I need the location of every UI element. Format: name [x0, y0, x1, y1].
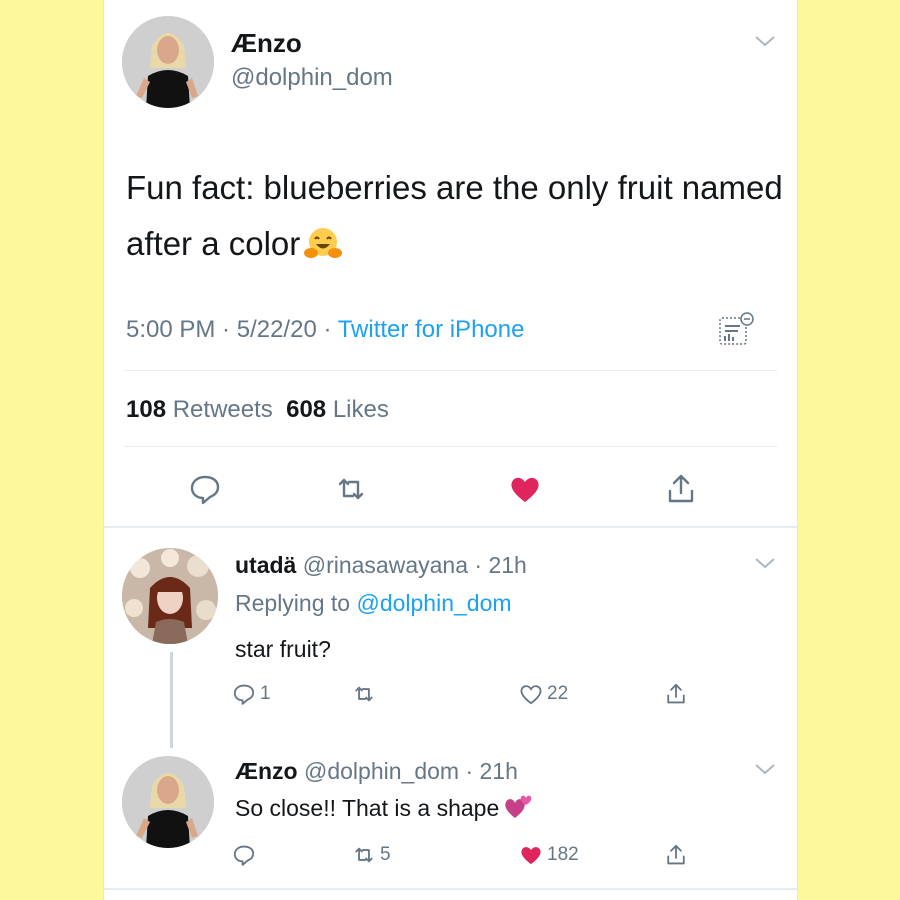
- heart-filled-icon: [521, 847, 541, 865]
- retweet-icon: [355, 686, 373, 702]
- likes-label[interactable]: Likes: [333, 396, 389, 423]
- reply-author-handle[interactable]: @rinasawayana: [303, 552, 468, 578]
- reply-age[interactable]: 21h: [480, 758, 518, 784]
- like-button[interactable]: 22: [519, 682, 568, 706]
- reply-button[interactable]: [232, 843, 260, 867]
- reply-author-handle[interactable]: @dolphin_dom: [304, 758, 459, 784]
- divider: [124, 446, 777, 447]
- like-button[interactable]: 182: [519, 843, 579, 867]
- reply-text: star fruit?: [235, 636, 331, 662]
- mention-link[interactable]: @dolphin_dom: [356, 590, 511, 616]
- reply-avatar[interactable]: [122, 756, 214, 848]
- two-hearts-emoji-icon: [505, 795, 532, 818]
- like-count: 22: [547, 683, 569, 704]
- tweet-source[interactable]: Twitter for iPhone: [338, 316, 525, 343]
- reply-icon: [190, 475, 220, 505]
- author-handle[interactable]: @dolphin_dom: [231, 64, 393, 92]
- retweet-button[interactable]: [334, 472, 368, 506]
- hugging-face-emoji-icon: [304, 228, 343, 258]
- heart-filled-icon: [511, 477, 539, 502]
- reply-button[interactable]: 1: [232, 682, 271, 706]
- tweet-time[interactable]: 5:00 PM: [126, 316, 215, 343]
- reply-count: 1: [260, 683, 271, 704]
- reply-age[interactable]: 21h: [488, 552, 526, 578]
- reply-author-name[interactable]: utadä: [235, 552, 296, 578]
- share-icon: [668, 474, 694, 503]
- divider: [124, 370, 777, 371]
- retweet-button[interactable]: [352, 682, 380, 706]
- chevron-down-icon[interactable]: [754, 556, 776, 570]
- reply-button[interactable]: [188, 472, 222, 506]
- like-count: 182: [547, 844, 579, 865]
- share-icon: [667, 844, 685, 865]
- tweet-stats: 108 Retweets 608 Likes: [126, 396, 389, 424]
- tweet-card: Ænzo @dolphin_dom Fun fact: blueberries …: [103, 0, 798, 900]
- chevron-down-icon[interactable]: [754, 762, 776, 776]
- reply-text: So close!! That is a shape: [235, 794, 533, 822]
- tweet-body: Fun fact: blueberries are the only fruit…: [126, 169, 783, 262]
- tweet-date[interactable]: 5/22/20: [237, 316, 317, 343]
- retweet-icon: [355, 847, 373, 863]
- reply-header: utadä @rinasawayana · 21h: [235, 552, 527, 578]
- retweet-count: 5: [380, 844, 391, 865]
- chevron-down-icon[interactable]: [754, 34, 776, 48]
- tweet-meta: 5:00 PM · 5/22/20 · Twitter for iPhone: [126, 316, 525, 343]
- thread-line: [170, 652, 173, 748]
- analytics-icon[interactable]: [716, 310, 756, 350]
- retweets-label[interactable]: Retweets: [173, 396, 273, 423]
- retweet-button[interactable]: 5: [352, 843, 391, 867]
- share-button[interactable]: [664, 682, 692, 706]
- share-button[interactable]: [664, 843, 692, 867]
- reply-icon: [233, 684, 255, 705]
- divider: [104, 526, 797, 528]
- main-avatar[interactable]: [122, 16, 214, 108]
- share-icon: [667, 683, 685, 704]
- reply-header: Ænzo @dolphin_dom · 21h: [235, 758, 518, 784]
- heart-outline-icon: [520, 685, 542, 705]
- replying-to: Replying to @dolphin_dom: [235, 590, 512, 616]
- retweet-count[interactable]: 108: [126, 396, 166, 423]
- divider: [104, 888, 797, 890]
- reply-avatar[interactable]: [122, 548, 218, 644]
- reply-author-name[interactable]: Ænzo: [235, 758, 298, 784]
- retweet-icon: [338, 478, 364, 500]
- like-count[interactable]: 608: [286, 396, 326, 423]
- reply-icon: [233, 845, 255, 866]
- like-button[interactable]: [508, 472, 542, 506]
- share-button[interactable]: [664, 472, 698, 506]
- tweet-text: Fun fact: blueberries are the only fruit…: [126, 160, 786, 272]
- author-name[interactable]: Ænzo: [231, 28, 302, 59]
